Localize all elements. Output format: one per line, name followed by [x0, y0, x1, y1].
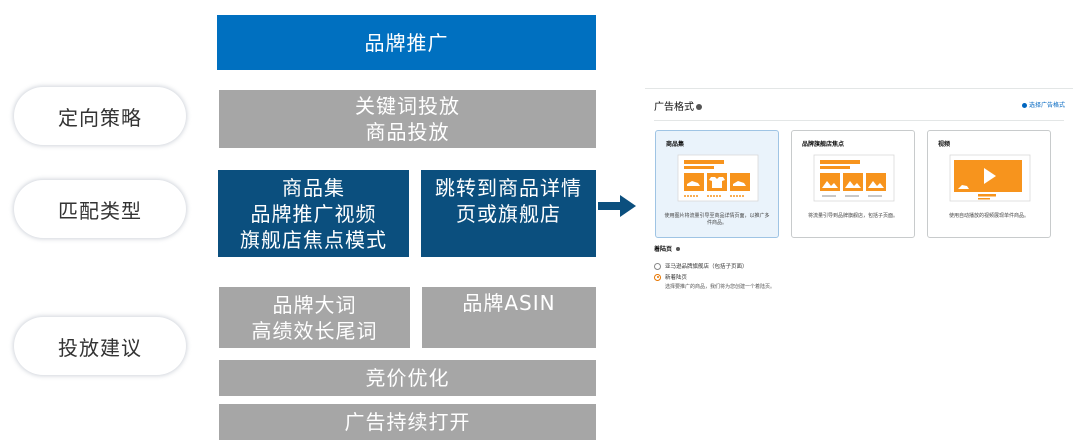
- store-spotlight-icon: [813, 154, 895, 202]
- match-destination-line1: 跳转到商品详情: [435, 176, 582, 200]
- suggestion-keywords-box: 品牌大词 高绩效长尾词: [219, 287, 410, 348]
- ads-keep-on-box: 广告持续打开: [219, 404, 596, 440]
- bid-optimization-box: 竞价优化: [219, 360, 596, 396]
- landing-option-new-page[interactable]: 新着陆页: [654, 273, 687, 281]
- match-format-line2: 品牌推广视频: [250, 201, 377, 226]
- info-icon[interactable]: [696, 104, 702, 111]
- choose-ad-format-link[interactable]: 选择广告格式: [1021, 100, 1065, 109]
- suggestion-asin-box: 品牌ASIN: [422, 287, 596, 348]
- match-format-line1: 商品集: [282, 175, 345, 200]
- landing-option-store[interactable]: 亚马逊品牌旗舰店（包括子页面）: [654, 262, 748, 270]
- bid-optimization-text: 竞价优化: [365, 366, 450, 390]
- label-match-type-text: 匹配类型: [58, 198, 142, 223]
- ad-format-card-store-spotlight[interactable]: 品牌旗舰店焦点 将流量引导到品牌旗舰店，包括子页面。: [791, 130, 915, 238]
- product-targeting-text: 商品投放: [365, 120, 450, 144]
- panel-top-divider: [645, 88, 1073, 89]
- card-title: 商品集: [666, 142, 685, 148]
- card-title: 品牌旗舰店焦点: [802, 142, 845, 148]
- radio-button-selected[interactable]: [654, 273, 661, 281]
- panel-divider: [654, 120, 1064, 121]
- match-format-line3: 旗舰店焦点模式: [240, 227, 387, 252]
- match-destination-line2: 页或旗舰店: [456, 202, 561, 226]
- suggestion-brand-terms: 品牌大词: [272, 292, 357, 317]
- card-description: 将流量引导到品牌旗舰店，包括子页面。: [807, 213, 898, 219]
- label-suggestion: 投放建议: [14, 317, 186, 375]
- product-collection-icon: [677, 154, 759, 202]
- match-formats-box: 商品集 品牌推广视频 旗舰店焦点模式: [218, 170, 409, 257]
- ad-format-title: 广告格式: [654, 98, 702, 113]
- landing-help-text: 选择要推广的商品，我们将为您创建一个着陆页。: [665, 284, 776, 290]
- label-suggestion-text: 投放建议: [58, 335, 142, 360]
- radio-button[interactable]: [654, 262, 661, 270]
- brand-promotion-box: 品牌推广: [217, 15, 596, 70]
- ad-format-panel: 广告格式 选择广告格式 商品集 使用图片将流量引导至商品详情页面，以推广多件商品…: [645, 88, 1073, 300]
- right-arrow-icon: [598, 195, 636, 217]
- landing-page-title-text: 着陆页: [654, 247, 673, 253]
- targeting-box: 关键词投放 商品投放: [219, 90, 596, 148]
- choose-ad-format-text: 选择广告格式: [1028, 103, 1065, 109]
- brand-promotion-text: 品牌推广: [364, 30, 449, 55]
- ad-format-card-product-collection[interactable]: 商品集 使用图片将流量引导至商品详情页面，以推广多件商品。: [655, 130, 779, 238]
- card-title: 视频: [938, 142, 951, 148]
- info-icon: [1021, 102, 1027, 108]
- video-play-icon: [949, 154, 1031, 202]
- landing-option-label: 新着陆页: [665, 275, 688, 281]
- landing-page-title: 着陆页: [654, 244, 680, 253]
- label-match-type: 匹配类型: [14, 180, 186, 238]
- suggestion-brand-asin: 品牌ASIN: [462, 291, 556, 315]
- landing-option-label: 亚马逊品牌旗舰店（包括子页面）: [665, 264, 748, 270]
- card-description: 使用自动播放的视频展现单件商品。: [948, 213, 1029, 219]
- match-destination-box: 跳转到商品详情 页或旗舰店: [421, 170, 596, 257]
- ads-keep-on-text: 广告持续打开: [344, 410, 471, 434]
- ad-format-card-video[interactable]: 视频 使用自动播放的视频展现单件商品。: [927, 130, 1051, 238]
- keyword-targeting-text: 关键词投放: [355, 94, 460, 118]
- label-targeting-strategy: 定向策略: [14, 87, 186, 145]
- ad-format-title-text: 广告格式: [654, 102, 694, 113]
- card-description: 使用图片将流量引导至商品详情页面，以推广多件商品。: [664, 213, 770, 226]
- label-targeting-strategy-text: 定向策略: [58, 105, 142, 130]
- suggestion-longtail-terms: 高绩效长尾词: [251, 318, 378, 343]
- info-icon[interactable]: [675, 247, 680, 252]
